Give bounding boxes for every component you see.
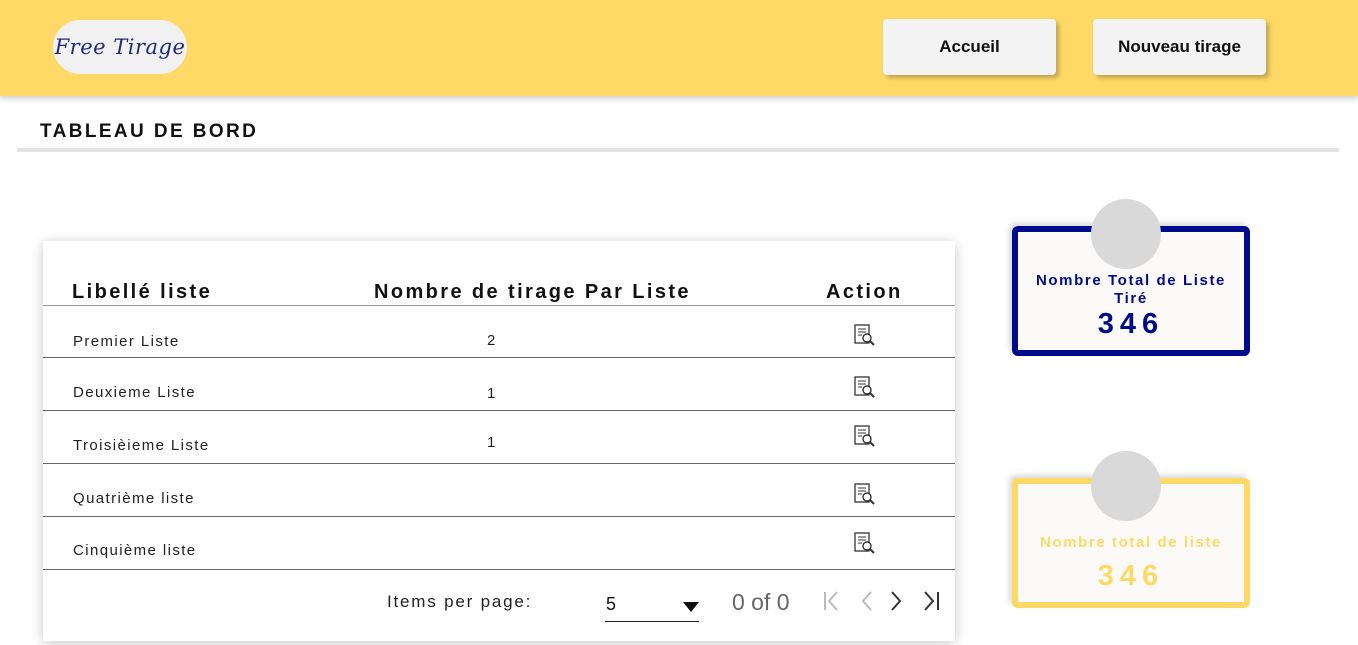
row-count: 1 xyxy=(487,385,496,402)
stat-value: 346 xyxy=(1097,560,1165,592)
items-per-page-select[interactable]: 5 xyxy=(605,585,699,622)
table-row: Quatrième liste xyxy=(43,464,955,517)
last-page-icon[interactable] xyxy=(920,587,942,615)
stat-label: Nombre Total de Liste Tiré xyxy=(1035,272,1226,307)
row-divider xyxy=(43,569,955,570)
lists-table: Libellé liste Nombre de tirage Par Liste… xyxy=(43,241,955,641)
row-label: Troisièieme Liste xyxy=(73,437,210,454)
previous-page-icon[interactable] xyxy=(856,587,878,615)
document-search-icon[interactable] xyxy=(854,425,876,449)
document-search-icon[interactable] xyxy=(854,324,876,348)
table-row: Deuxieme Liste 1 xyxy=(43,358,955,411)
stat-value: 346 xyxy=(1097,308,1165,340)
stat-avatar-circle xyxy=(1091,199,1161,269)
row-label: Premier Liste xyxy=(73,333,180,350)
column-header-action: Action xyxy=(826,281,903,303)
column-header-count: Nombre de tirage Par Liste xyxy=(374,281,691,303)
page-range-label: 0 of 0 xyxy=(732,589,790,615)
items-per-page-label: Items per page: xyxy=(387,592,533,611)
first-page-icon[interactable] xyxy=(821,587,843,615)
document-search-icon[interactable] xyxy=(854,376,876,400)
new-draw-button[interactable]: Nouveau tirage xyxy=(1093,19,1266,75)
row-label: Quatrième liste xyxy=(73,490,195,507)
home-button[interactable]: Accueil xyxy=(883,19,1056,75)
logo[interactable]: Free Tirage xyxy=(53,20,187,74)
title-divider xyxy=(17,148,1339,152)
column-header-label: Libellé liste xyxy=(72,281,213,303)
document-search-icon[interactable] xyxy=(854,532,876,556)
document-search-icon[interactable] xyxy=(854,483,876,507)
table-row: Cinquième liste xyxy=(43,517,955,570)
items-per-page-value: 5 xyxy=(606,594,617,614)
paginator: Items per page: 5 0 of 0 xyxy=(43,571,955,641)
row-count: 1 xyxy=(487,434,496,451)
page-title: TABLEAU DE BORD xyxy=(40,121,259,142)
next-page-icon[interactable] xyxy=(885,587,907,615)
top-navbar: Free Tirage Accueil Nouveau tirage xyxy=(0,0,1358,96)
stat-label: Nombre total de liste xyxy=(1040,534,1222,551)
table-row: Premier Liste 2 xyxy=(43,305,955,358)
chevron-down-icon xyxy=(683,602,699,612)
row-label: Cinquième liste xyxy=(73,542,197,559)
stat-avatar-circle xyxy=(1091,451,1161,521)
table-row: Troisièieme Liste 1 xyxy=(43,411,955,464)
row-count: 2 xyxy=(487,332,496,349)
row-label: Deuxieme Liste xyxy=(73,384,196,401)
